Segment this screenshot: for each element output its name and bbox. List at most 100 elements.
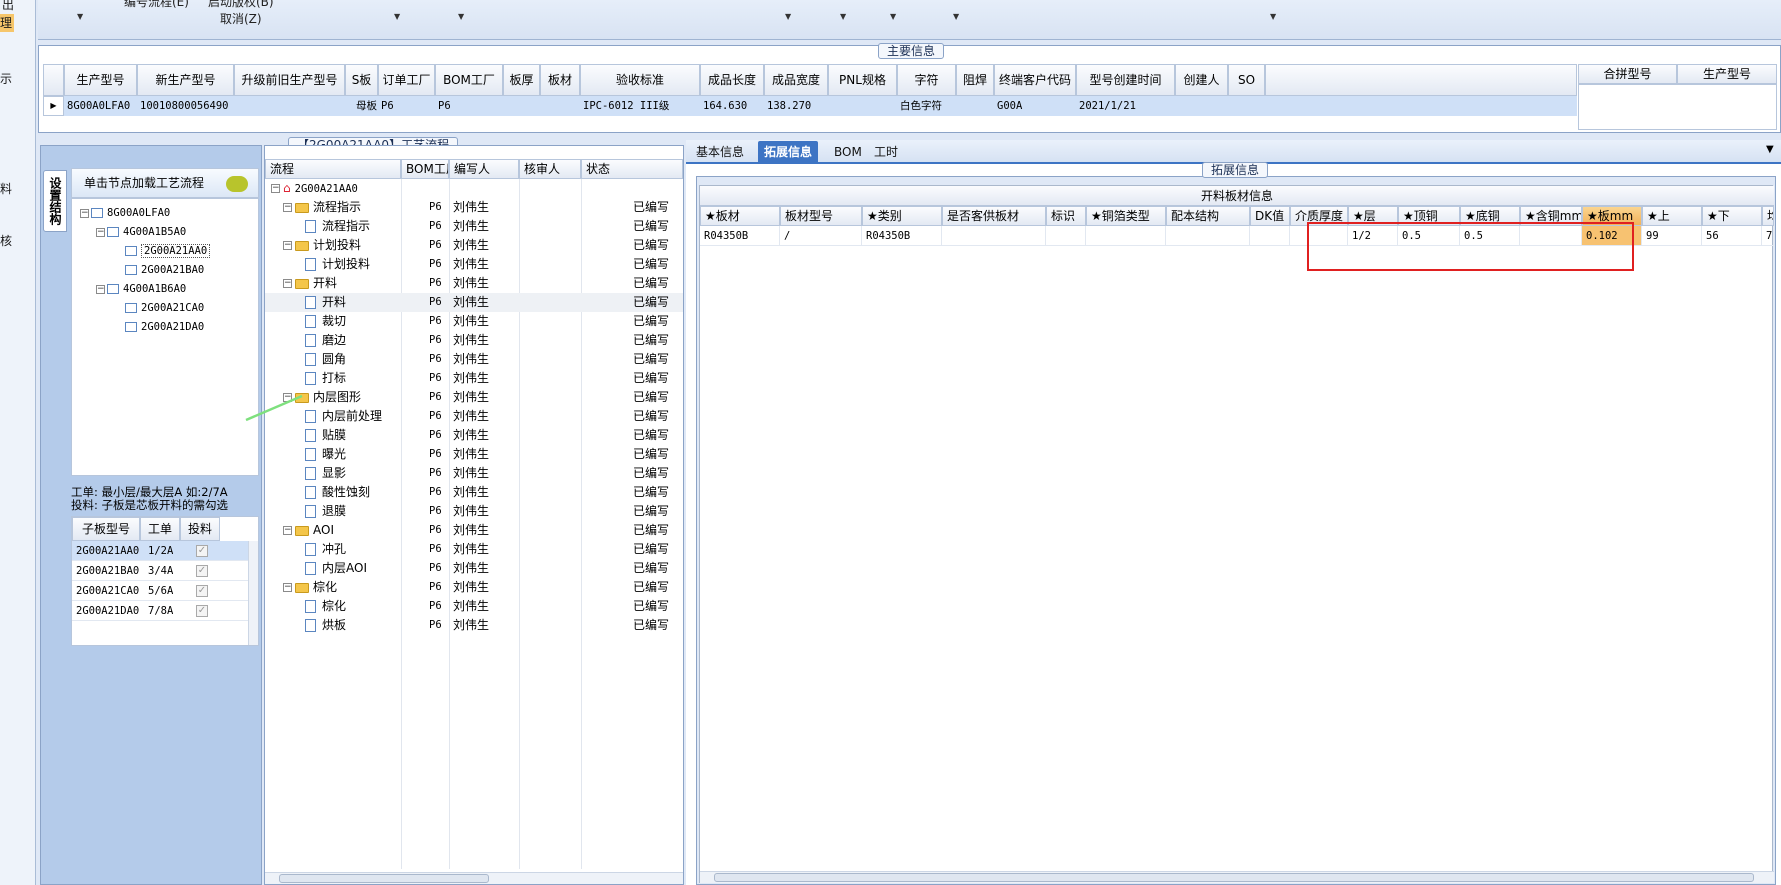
structure-node[interactable]: − 8G00A0LFA0: [80, 204, 170, 222]
ext-header-16: 均: [1762, 206, 1774, 226]
structure-node-label: 4G00A1B6A0: [123, 283, 187, 295]
ext-scrollbar-thumb[interactable]: [714, 873, 1754, 882]
annotation-highlight-box: [1307, 222, 1634, 271]
vertical-scrollbar[interactable]: [248, 541, 258, 645]
process-status: 已编写: [633, 466, 670, 480]
process-node-name: 内层AOI: [322, 561, 367, 575]
document-icon: [305, 448, 316, 461]
toolbar-cancel[interactable]: 取消(Z): [220, 10, 262, 27]
cell-2: [237, 96, 344, 116]
process-bom: P6: [429, 448, 442, 460]
cell-15: 2021/1/21: [1079, 100, 1136, 112]
dropdown-arrow-icon[interactable]: ▼: [1270, 12, 1276, 21]
structure-node[interactable]: 2G00A21CA0: [112, 299, 204, 317]
tab-work-hours[interactable]: 工时: [868, 141, 904, 163]
document-icon: [305, 543, 316, 556]
collapse-icon[interactable]: −: [80, 208, 89, 218]
dropdown-arrow-icon[interactable]: ▼: [890, 12, 896, 21]
scrollbar-thumb[interactable]: [279, 874, 489, 883]
collapse-icon[interactable]: −: [283, 583, 292, 592]
board-icon: [125, 303, 137, 313]
toolbar-start-version[interactable]: 启动版权(B): [208, 0, 274, 10]
ext-header-4: 标识: [1046, 206, 1086, 226]
process-writer: 刘伟生: [453, 390, 490, 404]
ext-horizontal-scrollbar[interactable]: [700, 871, 1774, 883]
dropdown-arrow-icon[interactable]: ▼: [458, 12, 464, 21]
structure-node-label: 8G00A0LFA0: [107, 207, 171, 219]
tab-extended-info[interactable]: 拓展信息: [758, 141, 819, 163]
process-writer: 刘伟生: [453, 238, 490, 252]
nav-item-3[interactable]: 料: [0, 180, 12, 197]
process-node-name: 内层图形: [313, 390, 362, 404]
document-icon: [305, 258, 316, 271]
structure-node[interactable]: − 4G00A1B6A0: [96, 280, 186, 298]
structure-node[interactable]: 2G00A21AA0: [112, 242, 211, 260]
collapse-icon[interactable]: −: [283, 241, 292, 250]
process-root[interactable]: − ⌂ 2G00A21AA0: [265, 179, 683, 198]
document-icon: [305, 600, 316, 613]
collapse-icon[interactable]: −: [283, 279, 292, 288]
cell-5: P6: [438, 100, 451, 112]
collapse-icon[interactable]: −: [96, 284, 105, 294]
dropdown-arrow-icon[interactable]: ▼: [953, 12, 959, 21]
nav-item-0[interactable]: 出: [2, 0, 14, 13]
process-node-name: 开料: [322, 295, 347, 309]
document-icon: [305, 296, 316, 309]
toolbar-number-flow[interactable]: 编号流程(E): [124, 0, 189, 10]
header-filler: [1265, 64, 1577, 96]
cell-6: [506, 96, 539, 116]
feed-checkbox[interactable]: ✓: [196, 545, 208, 557]
ext-header-6: 配本结构: [1166, 206, 1250, 226]
ext-grid-title: 开料板材信息: [700, 186, 1774, 206]
structure-node[interactable]: − 4G00A1B5A0: [96, 223, 186, 241]
collapse-icon[interactable]: −: [283, 203, 292, 212]
ext-header-5: ★铜箔类型: [1086, 206, 1166, 226]
dropdown-arrow-icon[interactable]: ▼: [785, 12, 791, 21]
collapse-icon[interactable]: −: [96, 227, 105, 237]
structure-node[interactable]: 2G00A21BA0: [112, 261, 204, 279]
ext-cell-5: [1086, 226, 1166, 246]
document-icon: [305, 619, 316, 632]
tab-menu-chevron-icon[interactable]: ▼: [1766, 144, 1774, 155]
feed-checkbox[interactable]: ✓: [196, 585, 208, 597]
process-status: 已编写: [633, 561, 670, 575]
nav-item-1: 理: [0, 16, 13, 30]
header-7: 板材: [540, 64, 580, 96]
feed-checkbox[interactable]: ✓: [196, 605, 208, 617]
tab-basic-info[interactable]: 基本信息: [690, 141, 750, 163]
dropdown-arrow-icon[interactable]: ▼: [77, 12, 83, 21]
left-nav: 出 理 示 料 核: [0, 0, 36, 885]
process-writer: 刘伟生: [453, 618, 490, 632]
sub-header-0: 子板型号: [72, 517, 140, 541]
nav-item-4[interactable]: 核: [0, 232, 12, 249]
process-writer: 刘伟生: [453, 276, 490, 290]
ext-cell-14: 99: [1642, 226, 1702, 246]
ext-title: 拓展信息: [1202, 162, 1269, 178]
tab-structure-vertical[interactable]: 设置结构: [43, 170, 67, 232]
header-8: 验收标准: [580, 64, 700, 96]
sub-header-2: 投料: [180, 517, 220, 541]
collapse-icon[interactable]: −: [271, 184, 280, 193]
structure-node[interactable]: 2G00A21DA0: [112, 318, 204, 336]
sub-model: 2G00A21DA0: [76, 605, 140, 617]
ext-cell-1: /: [780, 226, 862, 246]
feed-checkbox[interactable]: ✓: [196, 565, 208, 577]
process-bom: P6: [429, 524, 442, 536]
nav-item-active[interactable]: 理: [0, 14, 14, 32]
ext-cell-4: [1046, 226, 1086, 246]
dropdown-arrow-icon[interactable]: ▼: [394, 12, 400, 21]
process-status: 已编写: [633, 580, 670, 594]
structure-notes: 工单: 最小层/最大层A 如:2/7A 投料: 子板是芯板开料的需勾选: [71, 486, 261, 512]
process-tree-panel: 流程BOM工厂编写人核审人状态 −⌂2G00A21AA0−流程指示P6刘伟生已编…: [264, 145, 684, 885]
dropdown-arrow-icon[interactable]: ▼: [840, 12, 846, 21]
collapse-icon[interactable]: −: [283, 526, 292, 535]
ext-grid: 开料板材信息 ★板材 板材型号 ★类别 是否客供板材 标识 ★铜箔类型 配本结构 DK值 介质厚…: [699, 185, 1774, 883]
row-selector-icon[interactable]: ▶: [43, 96, 64, 116]
sub-order: 3/4A: [148, 565, 174, 577]
nav-item-2[interactable]: 示: [0, 70, 12, 87]
process-writer: 刘伟生: [453, 523, 490, 537]
process-status: 已编写: [633, 523, 670, 537]
tab-bom[interactable]: BOM: [828, 141, 868, 163]
horizontal-scrollbar[interactable]: [265, 872, 683, 884]
structure-node-label: 2G00A21AA0: [141, 244, 211, 258]
